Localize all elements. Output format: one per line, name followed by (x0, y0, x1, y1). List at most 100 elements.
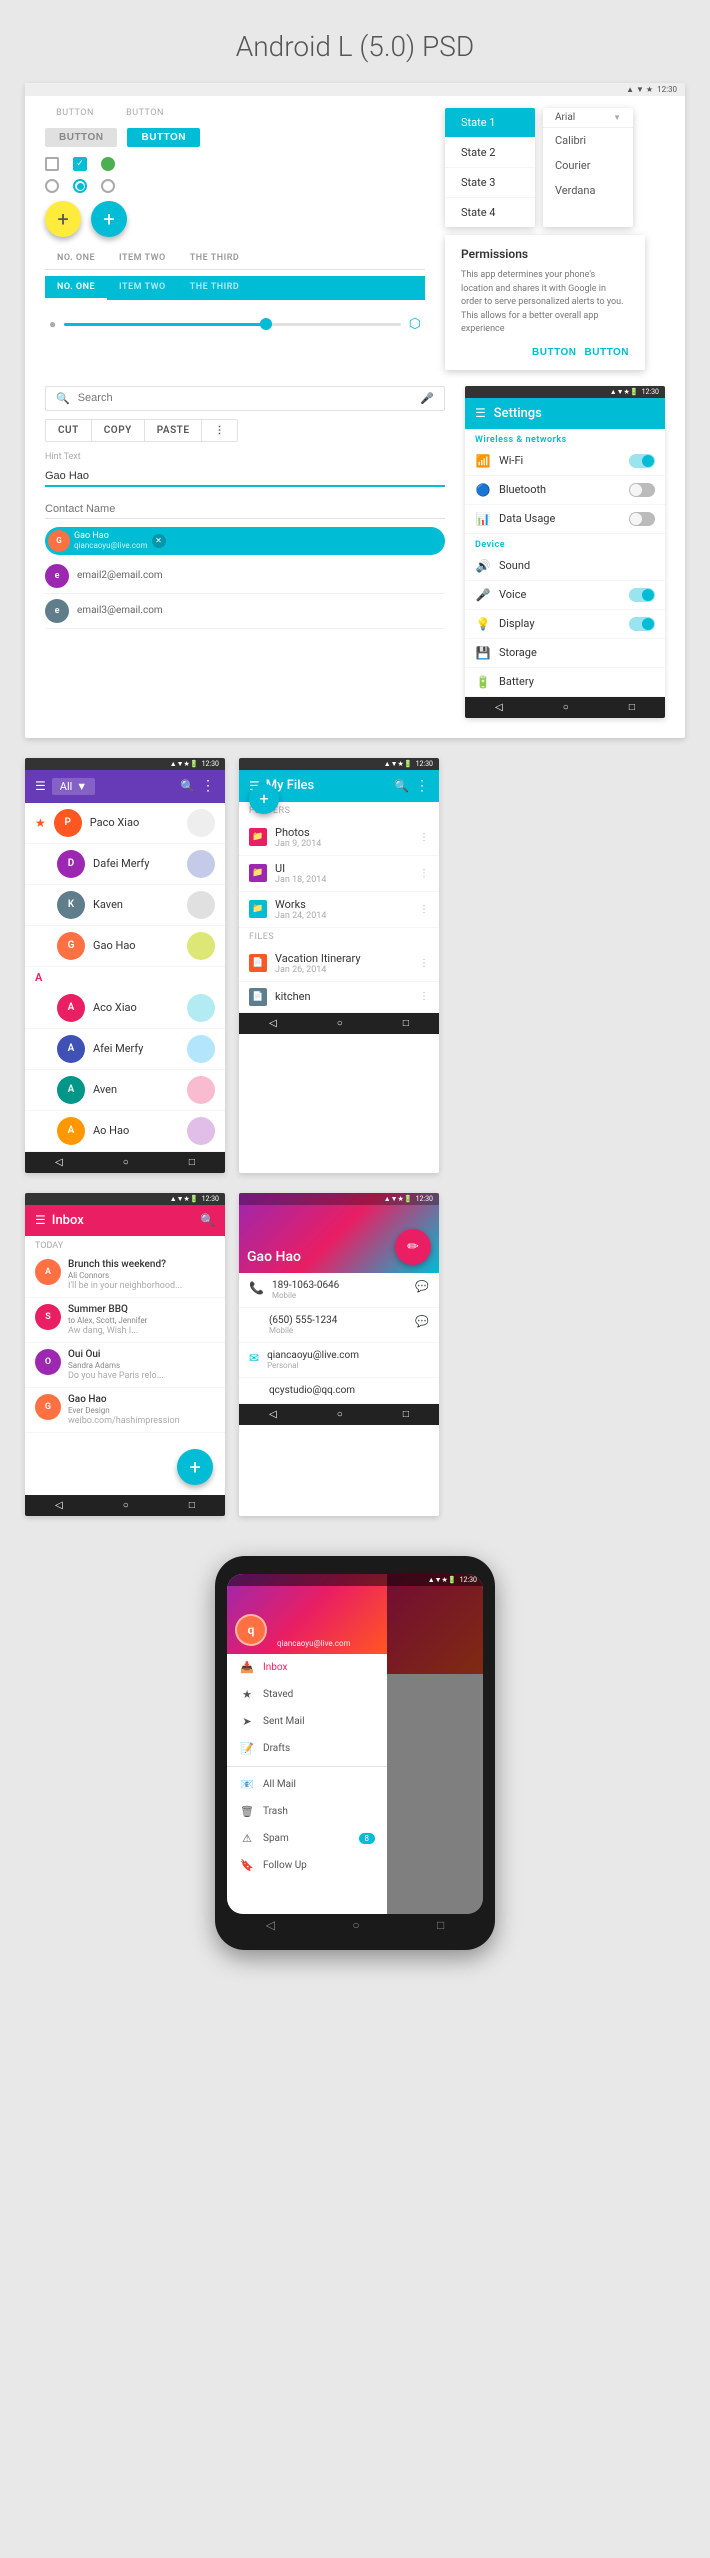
font-dropdown-arrow[interactable]: ▼ (613, 113, 621, 122)
radio-unchecked-2[interactable] (101, 179, 115, 193)
inbox-item-2[interactable]: O Oui Oui Sandra Adams Do you have Paris… (25, 1343, 225, 1388)
drawer-item-inbox[interactable]: 📥 Inbox (227, 1654, 387, 1681)
tab-active-1[interactable]: NO. ONE (45, 276, 107, 300)
inbox-recents-icon[interactable]: □ (189, 1500, 195, 1511)
recents-nav-icon[interactable]: □ (629, 702, 635, 713)
copy-button[interactable]: COPY (92, 420, 145, 441)
back-nav-icon[interactable]: ◁ (495, 702, 503, 713)
contacts-list-item-4[interactable]: A Aco Xiao (25, 988, 225, 1029)
folder-more-ui[interactable]: ⋮ (419, 868, 429, 879)
inbox-back-icon[interactable]: ◁ (55, 1500, 63, 1511)
tab-active-3[interactable]: THE THIRD (178, 276, 252, 300)
contacts-hamburger-icon[interactable]: ☰ (35, 779, 46, 793)
contact-sms-icon-0[interactable]: 💬 (415, 1280, 429, 1293)
contact-sms-icon-1[interactable]: 💬 (415, 1315, 429, 1328)
contacts-back-icon[interactable]: ◁ (55, 1157, 63, 1168)
font-item-calibri[interactable]: Calibri (543, 128, 633, 153)
contact-home-icon[interactable]: ○ (337, 1409, 343, 1420)
permissions-btn1[interactable]: BUTTON (532, 347, 576, 358)
settings-item-bluetooth[interactable]: 🔵 Bluetooth (465, 476, 665, 505)
contacts-search-icon[interactable]: 🔍 (180, 779, 195, 793)
files-item-ui[interactable]: 📁 UI Jan 18, 2014 ⋮ (239, 856, 439, 892)
contacts-list-item-6[interactable]: A Aven (25, 1070, 225, 1111)
drawer-item-followup[interactable]: 🔖 Follow Up (227, 1852, 387, 1879)
wifi-toggle[interactable] (629, 454, 655, 468)
contact-back-icon[interactable]: ◁ (269, 1409, 277, 1420)
font-item-verdana[interactable]: Verdana (543, 178, 633, 203)
state-item-4[interactable]: State 4 (445, 198, 535, 227)
cut-button[interactable]: CUT (46, 420, 92, 441)
files-item-vacation[interactable]: 📄 Vacation Itinerary Jan 26, 2014 ⋮ (239, 946, 439, 982)
inbox-item-0[interactable]: A Brunch this weekend? Ali Connors I'll … (25, 1253, 225, 1298)
contact-email-1[interactable]: qcystudio@qq.com (239, 1378, 439, 1404)
fab-cyan[interactable]: + (91, 201, 127, 237)
big-recents-icon[interactable]: □ (437, 1918, 444, 1932)
inbox-item-3[interactable]: G Gao Hao Ever Design weibo.com/hashimpr… (25, 1388, 225, 1433)
tab-active-2[interactable]: ITEM TWO (107, 276, 178, 300)
settings-item-storage[interactable]: 💾 Storage (465, 639, 665, 668)
drawer-item-drafts[interactable]: 📝 Drafts (227, 1735, 387, 1762)
settings-hamburger-icon[interactable]: ☰ (475, 406, 486, 420)
button-flat-gray[interactable]: BUTTON (45, 128, 117, 147)
tab-inactive-1[interactable]: NO. ONE (45, 247, 107, 269)
settings-item-data[interactable]: 📊 Data Usage (465, 505, 665, 534)
search-input[interactable] (78, 392, 413, 404)
files-recents-icon[interactable]: □ (403, 1018, 409, 1029)
folder-more-photos[interactable]: ⋮ (419, 832, 429, 843)
permissions-btn2[interactable]: BUTTON (585, 347, 629, 358)
radio-unchecked-1[interactable] (45, 179, 59, 193)
contact-name-input[interactable] (45, 500, 445, 519)
file-more-kitchen[interactable]: ⋮ (419, 991, 429, 1002)
chip-close-button[interactable]: ✕ (152, 534, 166, 548)
big-back-icon[interactable]: ◁ (266, 1918, 275, 1932)
files-fab[interactable]: + (249, 784, 279, 814)
files-home-icon[interactable]: ○ (337, 1018, 343, 1029)
contact-edit-fab[interactable]: ✏ (395, 1229, 431, 1265)
button-flat-cyan[interactable]: BUTTON (127, 128, 199, 147)
contacts-list-item-1[interactable]: D Dafei Merfy (25, 844, 225, 885)
contact-phone-1[interactable]: (650) 555-1234 Mobile 💬 (239, 1308, 439, 1343)
checkbox-checked[interactable]: ✓ (73, 157, 87, 171)
drawer-item-allmail[interactable]: 📧 All Mail (227, 1771, 387, 1798)
drawer-item-spam[interactable]: ⚠ Spam 8 (227, 1825, 387, 1852)
contact-email-0[interactable]: ✉ qiancaoyu@live.com Personal (239, 1343, 439, 1378)
inbox-hamburger-icon[interactable]: ☰ (35, 1213, 46, 1227)
contacts-list-item-2[interactable]: K Kaven (25, 885, 225, 926)
files-more-icon[interactable]: ⋮ (415, 778, 429, 794)
inbox-search-icon[interactable]: 🔍 (200, 1213, 215, 1227)
home-nav-icon[interactable]: ○ (563, 702, 569, 713)
radio-checked[interactable] (73, 179, 87, 193)
drawer-item-sent[interactable]: ➤ Sent Mail (227, 1708, 387, 1735)
settings-item-wifi[interactable]: 📶 Wi-Fi (465, 447, 665, 476)
contacts-list-item-3[interactable]: G Gao Hao (25, 926, 225, 967)
inbox-fab[interactable]: + (177, 1449, 213, 1485)
inbox-home-icon[interactable]: ○ (123, 1500, 129, 1511)
files-item-kitchen[interactable]: 📄 kitchen ⋮ (239, 982, 439, 1013)
files-item-photos[interactable]: 📁 Photos Jan 9, 2014 ⋮ (239, 820, 439, 856)
big-home-icon[interactable]: ○ (352, 1918, 359, 1932)
voice-toggle[interactable] (629, 588, 655, 602)
contact-phone-0[interactable]: 📞 189-1063-0646 Mobile 💬 (239, 1273, 439, 1308)
contacts-recents-icon[interactable]: □ (189, 1157, 195, 1168)
tab-inactive-2[interactable]: ITEM TWO (107, 247, 178, 269)
files-back-icon[interactable]: ◁ (269, 1018, 277, 1029)
state-item-3[interactable]: State 3 (445, 168, 535, 198)
contacts-filter-dropdown[interactable]: All ▼ (52, 778, 95, 795)
contacts-list-item-0[interactable]: ★ P Paco Xiao (25, 803, 225, 844)
folder-more-works[interactable]: ⋮ (419, 904, 429, 915)
settings-item-battery[interactable]: 🔋 Battery (465, 668, 665, 697)
contact-recents-icon[interactable]: □ (403, 1409, 409, 1420)
settings-item-sound[interactable]: 🔊 Sound (465, 552, 665, 581)
hint-input[interactable] (45, 467, 445, 487)
state-item-2[interactable]: State 2 (445, 138, 535, 168)
tab-inactive-3[interactable]: THE THIRD (178, 247, 252, 269)
state-item-1[interactable]: State 1 (445, 108, 535, 138)
settings-item-voice[interactable]: 🎤 Voice (465, 581, 665, 610)
more-button[interactable]: ⋮ (202, 420, 237, 441)
drawer-item-staved[interactable]: ★ Staved (227, 1681, 387, 1708)
files-search-icon[interactable]: 🔍 (394, 779, 409, 793)
contacts-more-icon[interactable]: ⋮ (201, 778, 215, 794)
data-toggle[interactable] (629, 512, 655, 526)
checkbox-unchecked[interactable] (45, 157, 59, 171)
slider-track[interactable] (64, 323, 401, 326)
